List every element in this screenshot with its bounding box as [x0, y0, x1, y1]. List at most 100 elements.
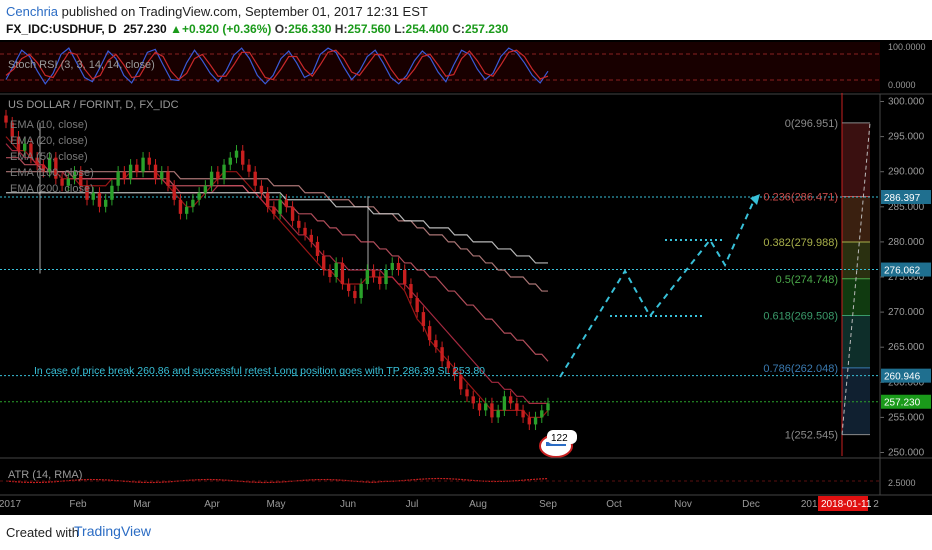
candle-body: [234, 150, 239, 158]
x-tick-label: Oct: [606, 499, 622, 510]
candle-body: [353, 291, 357, 299]
candle-body: [197, 192, 201, 200]
candle-body: [247, 164, 251, 172]
published-text: published on TradingView.com, September …: [61, 4, 428, 19]
y-tick-label: 255.000: [888, 412, 925, 423]
price-label-text: 260.946: [884, 372, 921, 383]
change-arrow-icon: ▲: [170, 22, 182, 36]
atr-line: [0, 477, 880, 484]
publish-line: Cenchria published on TradingView.com, S…: [6, 4, 428, 19]
time-highlight-label: 2018-01-11: [821, 499, 872, 510]
candle-body: [371, 269, 376, 277]
stoch-top-value: 100.0000: [888, 42, 926, 52]
close-label: C:: [452, 22, 465, 36]
candle-body: [297, 220, 301, 228]
candle-body: [384, 269, 388, 285]
fib-level-label: 0(296.951): [785, 118, 838, 130]
y-tick-label: 295.000: [888, 132, 925, 143]
candle-body: [265, 192, 270, 207]
candle-body: [216, 171, 220, 179]
projection-dashed-path: [559, 197, 756, 378]
open-value: 256.330: [288, 22, 332, 36]
marker-value: 122: [551, 433, 568, 444]
candle-body: [272, 206, 276, 214]
projection-path: [559, 194, 760, 378]
fib-level-label: 1(252.545): [785, 430, 838, 442]
fib-level-label: 0.5(274.748): [776, 274, 838, 286]
candle-body: [147, 157, 151, 165]
fib-level-label: 0.618(269.508): [763, 311, 838, 323]
price-label-text: 276.062: [884, 266, 921, 277]
candle-body: [515, 403, 519, 411]
candle-body: [110, 185, 114, 200]
candle-body: [160, 171, 164, 179]
stoch-bottom-value: 0.0000: [888, 80, 916, 90]
projection-arrow-icon: [750, 194, 760, 205]
horizontal-lines: [0, 122, 880, 403]
price-label-text: 257.230: [884, 398, 921, 409]
atr-series-line: [5, 477, 549, 484]
candle-body: [346, 284, 351, 292]
stoch-label: Stoch RSI (3, 3, 14, 14, close): [8, 59, 155, 71]
candle-body: [496, 410, 500, 418]
candle-body: [4, 115, 8, 123]
latest-marker[interactable]: 122: [539, 430, 577, 458]
fib-labels: 0(296.951) 0.236(286.471) 0.382(279.988) 0.…: [763, 118, 838, 442]
high-label: H:: [334, 22, 348, 36]
legend-ema-50: EMA (50, close): [10, 151, 88, 163]
fib-zone: [842, 315, 870, 368]
author-link[interactable]: Cenchria: [6, 4, 58, 19]
candle-body: [533, 417, 538, 425]
last-price: 257.230: [123, 22, 167, 36]
candle-body: [303, 227, 307, 235]
candle-body: [440, 347, 444, 362]
candle-body: [502, 396, 507, 411]
ohlc-line: FX_IDC:USDHUF, D 257.230 ▲+0.920 (+0.36%…: [6, 22, 508, 36]
price-label-text: 286.397: [884, 193, 921, 204]
candle-body: [465, 389, 469, 397]
footer: Created with TradingView: [0, 515, 932, 550]
candle-body: [253, 171, 257, 186]
candle-body: [508, 396, 513, 404]
tradingview-brand[interactable]: TradingView: [74, 523, 151, 539]
candle-body: [178, 199, 183, 214]
candle-body: [527, 417, 532, 425]
legend-ema-10: EMA (10, close): [10, 119, 88, 131]
candle-body: [172, 185, 176, 200]
candle-body: [228, 157, 232, 165]
x-axis: 2017 Feb Mar Apr May Jun Jul Aug Sep Oct Nov Dec 201…: [0, 499, 879, 510]
x-tick-label: May: [267, 499, 286, 510]
candle-body: [365, 269, 370, 285]
candle-body: [490, 403, 494, 418]
y-tick-label: 290.000: [888, 167, 925, 178]
main-pane: 0(296.951) 0.236(286.471) 0.382(279.988) 0.…: [0, 92, 931, 458]
legend-ema-100: EMA (100, close): [10, 167, 94, 179]
candle-body: [359, 284, 363, 299]
legend-ema-20: EMA (20, close): [10, 135, 88, 147]
candle-body: [477, 403, 482, 411]
candle-body: [128, 164, 133, 179]
high-value: 257.560: [347, 22, 391, 36]
candle-body: [540, 410, 544, 418]
atr-value: 2.5000: [888, 478, 916, 488]
fib-level-label: 0.382(279.988): [763, 237, 838, 249]
y-tick-label: 265.000: [888, 342, 925, 353]
candle-body: [290, 206, 295, 221]
chart-svg[interactable]: Stoch RSI (3, 3, 14, 14, close) 100.0000…: [0, 40, 932, 515]
x-tick-label: Sep: [539, 499, 557, 510]
candle-body: [97, 192, 102, 207]
y-tick-label: 300.000: [888, 97, 925, 108]
candle-body: [415, 298, 419, 313]
fib-zone: [842, 122, 870, 197]
candle-body: [166, 171, 170, 186]
chart-area[interactable]: Stoch RSI (3, 3, 14, 14, close) 100.0000…: [0, 40, 932, 515]
fib-level-label: 0.786(262.048): [763, 363, 838, 375]
trade-annotation: In case of price break 260.86 and succes…: [34, 365, 485, 377]
candle-body: [222, 164, 226, 179]
close-value: 257.230: [464, 22, 509, 36]
candle-body: [396, 262, 401, 270]
candle-body: [378, 277, 382, 285]
symbol-label: FX_IDC:USDHUF, D: [6, 22, 117, 36]
candle-body: [427, 326, 432, 341]
candle-body: [484, 403, 488, 411]
